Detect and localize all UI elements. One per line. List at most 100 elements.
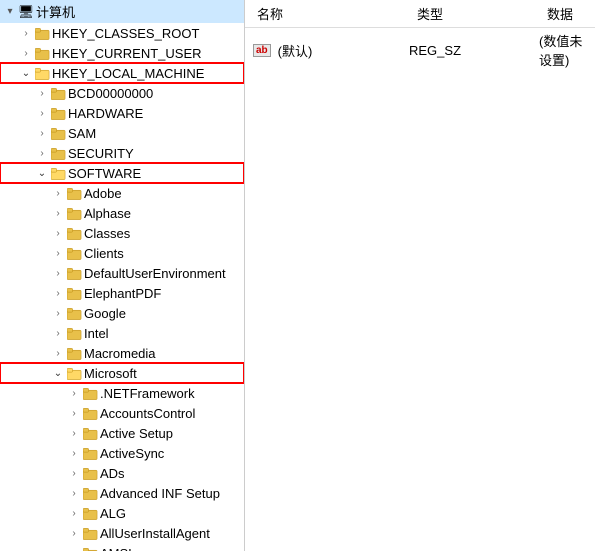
expander-icon[interactable]: › [66, 525, 82, 541]
tree-item-classes_root[interactable]: › HKEY_CLASSES_ROOT [0, 23, 244, 43]
right-row[interactable]: ab(默认)REG_SZ(数值未设置) [245, 28, 595, 72]
expander-icon[interactable]: › [50, 205, 66, 221]
tree-item-label: ADs [100, 466, 244, 481]
folder-icon [82, 545, 98, 551]
expander-icon[interactable]: › [66, 405, 82, 421]
expander-icon[interactable]: › [66, 465, 82, 481]
expander-icon[interactable]: › [34, 125, 50, 141]
expander-icon[interactable]: › [50, 225, 66, 241]
tree-item-label: ActiveSync [100, 446, 244, 461]
expander-icon[interactable]: › [34, 145, 50, 161]
expander-icon[interactable]: ⌄ [50, 365, 66, 381]
tree-item-bcd[interactable]: › BCD00000000 [0, 83, 244, 103]
right-panel: 名称 类型 数据 ab(默认)REG_SZ(数值未设置) [245, 0, 595, 551]
folder-icon [82, 445, 98, 461]
folder-icon [50, 125, 66, 141]
expander-icon[interactable]: › [34, 105, 50, 121]
expander-icon[interactable]: › [18, 45, 34, 61]
expander-icon[interactable]: › [34, 85, 50, 101]
tree-item-current_user[interactable]: › HKEY_CURRENT_USER [0, 43, 244, 63]
expander-icon[interactable]: › [50, 325, 66, 341]
tree-item-label: Intel [84, 326, 244, 341]
folder-icon [82, 425, 98, 441]
expander-icon[interactable]: › [50, 285, 66, 301]
expander-icon[interactable]: › [66, 545, 82, 551]
tree-item-alluserinstallagent[interactable]: › AllUserInstallAgent [0, 523, 244, 543]
tree-item-classes[interactable]: › Classes [0, 223, 244, 243]
tree-item-label: .NETFramework [100, 386, 244, 401]
tree-item-label: ALG [100, 506, 244, 521]
tree-item-label: BCD00000000 [68, 86, 244, 101]
expander-icon[interactable]: ⌄ [18, 65, 34, 81]
right-row-name: ab(默认) [249, 41, 409, 60]
expander-icon[interactable]: ▾ [2, 4, 18, 20]
tree-item-label: HKEY_LOCAL_MACHINE [52, 66, 244, 81]
expander-icon[interactable]: › [50, 185, 66, 201]
expander-icon[interactable]: › [66, 385, 82, 401]
folder-icon [82, 505, 98, 521]
tree-item-security[interactable]: › SECURITY [0, 143, 244, 163]
tree-item-macromedia[interactable]: › Macromedia [0, 343, 244, 363]
expander-icon[interactable]: › [18, 25, 34, 41]
computer-icon: 🖥 [18, 4, 34, 20]
tree-item-software[interactable]: ⌄ SOFTWARE [0, 163, 244, 183]
col-data-header: 数据 [539, 2, 581, 25]
folder-icon [50, 145, 66, 161]
tree-item-hardware[interactable]: › HARDWARE [0, 103, 244, 123]
ab-icon: ab [253, 44, 271, 57]
tree-item-microsoft[interactable]: ⌄ Microsoft [0, 363, 244, 383]
tree-item-defaultuserenv[interactable]: › DefaultUserEnvironment [0, 263, 244, 283]
tree-item-label: HKEY_CURRENT_USER [52, 46, 244, 61]
tree-item-label: Macromedia [84, 346, 244, 361]
expander-icon[interactable]: › [50, 265, 66, 281]
tree-item-amsi[interactable]: › AMSI [0, 543, 244, 551]
tree-item-sam[interactable]: › SAM [0, 123, 244, 143]
tree-item-label: Classes [84, 226, 244, 241]
root-label: 计算机 [36, 2, 244, 21]
folder-icon [66, 365, 82, 381]
tree-item-intel[interactable]: › Intel [0, 323, 244, 343]
folder-icon [66, 205, 82, 221]
folder-icon [66, 225, 82, 241]
tree-item-label: SAM [68, 126, 244, 141]
tree-items-container: › HKEY_CLASSES_ROOT› HKEY_CURRENT_USER⌄ … [0, 23, 244, 551]
tree-item-ads[interactable]: › ADs [0, 463, 244, 483]
tree-item-adobe[interactable]: › Adobe [0, 183, 244, 203]
tree-item-google[interactable]: › Google [0, 303, 244, 323]
col-name-header: 名称 [249, 2, 409, 25]
expander-icon[interactable]: › [50, 305, 66, 321]
tree-item-clients[interactable]: › Clients [0, 243, 244, 263]
expander-icon[interactable]: › [66, 485, 82, 501]
tree-item-label: HARDWARE [68, 106, 244, 121]
right-rows: ab(默认)REG_SZ(数值未设置) [245, 28, 595, 72]
folder-icon [66, 345, 82, 361]
folder-icon [82, 465, 98, 481]
tree-panel[interactable]: ▾ 🖥 计算机 › HKEY_CLASSES_ROOT› HKEY_CURREN… [0, 0, 245, 551]
tree-item-netframework[interactable]: › .NETFramework [0, 383, 244, 403]
folder-icon [50, 105, 66, 121]
tree-root-item[interactable]: ▾ 🖥 计算机 [0, 0, 244, 23]
expander-icon[interactable]: › [50, 245, 66, 261]
tree-item-advancedinfsetup[interactable]: › Advanced INF Setup [0, 483, 244, 503]
tree-item-label: AMSI [100, 546, 244, 551]
expander-icon[interactable]: › [66, 425, 82, 441]
tree-item-label: SECURITY [68, 146, 244, 161]
tree-item-alg[interactable]: › ALG [0, 503, 244, 523]
tree-item-local_machine[interactable]: ⌄ HKEY_LOCAL_MACHINE [0, 63, 244, 83]
right-row-type: REG_SZ [409, 43, 539, 58]
expander-icon[interactable]: ⌄ [34, 165, 50, 181]
folder-icon [66, 305, 82, 321]
folder-icon [82, 525, 98, 541]
tree-item-label: SOFTWARE [68, 166, 244, 181]
tree-item-label: Microsoft [84, 366, 244, 381]
expander-icon[interactable]: › [50, 345, 66, 361]
tree-item-elephantpdf[interactable]: › ElephantPDF [0, 283, 244, 303]
tree-item-label: Advanced INF Setup [100, 486, 244, 501]
tree-item-activesetup[interactable]: › Active Setup [0, 423, 244, 443]
expander-icon[interactable]: › [66, 445, 82, 461]
tree-item-accountscontrol[interactable]: › AccountsControl [0, 403, 244, 423]
folder-icon [82, 485, 98, 501]
expander-icon[interactable]: › [66, 505, 82, 521]
tree-item-activesync[interactable]: › ActiveSync [0, 443, 244, 463]
tree-item-alphase[interactable]: › Alphase [0, 203, 244, 223]
